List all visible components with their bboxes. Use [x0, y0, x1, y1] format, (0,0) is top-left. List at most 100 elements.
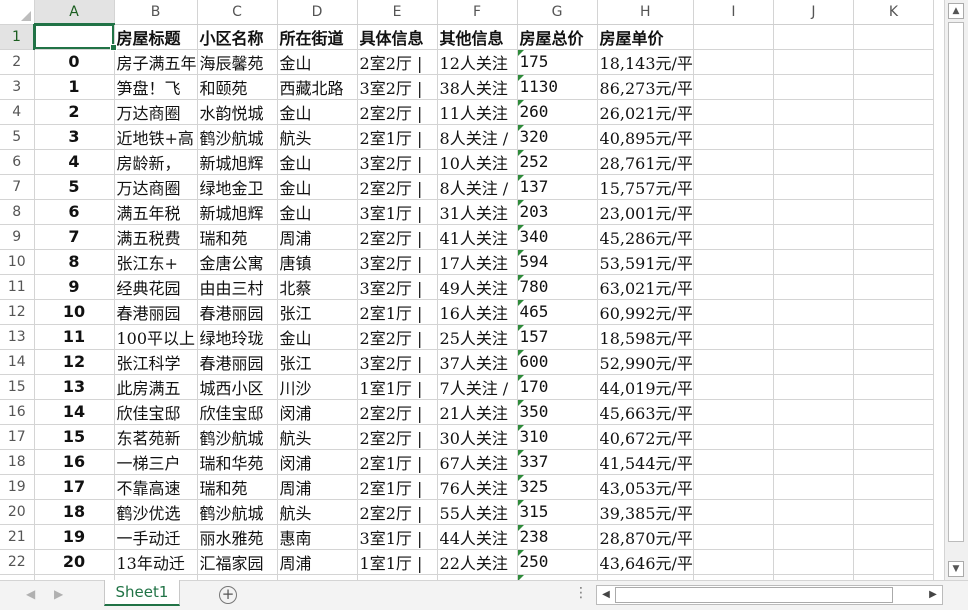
cell-a1[interactable]: [34, 24, 115, 50]
other-cell[interactable]: 44人关注: [437, 524, 518, 550]
community-cell[interactable]: 瑞和苑: [197, 474, 278, 500]
horizontal-scrollbar[interactable]: ◀ ▶: [596, 585, 943, 605]
column-header-e[interactable]: E: [357, 0, 438, 25]
empty-cell[interactable]: [693, 49, 774, 75]
plus-circle-icon[interactable]: +: [219, 586, 237, 604]
total-price-cell[interactable]: 465: [517, 299, 598, 325]
street-cell[interactable]: 闵浦: [277, 399, 358, 425]
empty-cell[interactable]: [853, 199, 934, 225]
row-header[interactable]: 15: [0, 374, 35, 400]
empty-cell[interactable]: [853, 499, 934, 525]
info-cell[interactable]: 2室2厅 |: [357, 224, 438, 250]
title-cell[interactable]: 100平以上: [114, 324, 198, 350]
other-cell[interactable]: 16人关注: [437, 299, 518, 325]
other-cell[interactable]: 76人关注: [437, 474, 518, 500]
empty-cell[interactable]: [773, 124, 854, 150]
empty-cell[interactable]: [853, 24, 934, 50]
total-price-cell[interactable]: 175: [517, 49, 598, 75]
community-cell[interactable]: 鹤沙航城: [197, 499, 278, 525]
empty-cell[interactable]: [693, 299, 774, 325]
empty-cell[interactable]: [693, 74, 774, 100]
community-cell[interactable]: 水韵悦城: [197, 99, 278, 125]
scroll-down-icon[interactable]: ▼: [948, 561, 964, 577]
unit-price-cell[interactable]: 60,992元/平: [597, 299, 694, 325]
title-cell[interactable]: 万达商圈: [114, 174, 198, 200]
other-cell[interactable]: 7人关注 /: [437, 374, 518, 400]
other-cell[interactable]: 8人关注 /: [437, 174, 518, 200]
title-cell[interactable]: 13年动迁: [114, 549, 198, 575]
row-header[interactable]: 9: [0, 224, 35, 250]
empty-cell[interactable]: [853, 49, 934, 75]
total-price-cell[interactable]: 315: [517, 499, 598, 525]
index-cell[interactable]: 15: [34, 424, 115, 450]
other-cell[interactable]: 41人关注: [437, 224, 518, 250]
street-cell[interactable]: 金山: [277, 174, 358, 200]
info-cell[interactable]: 2室2厅 |: [357, 324, 438, 350]
empty-cell[interactable]: [773, 174, 854, 200]
street-cell[interactable]: 西藏北路: [277, 74, 358, 100]
header-cell-unit[interactable]: 房屋单价: [597, 24, 694, 50]
title-cell[interactable]: 此房满五: [114, 374, 198, 400]
empty-cell[interactable]: [853, 224, 934, 250]
index-cell[interactable]: 5: [34, 174, 115, 200]
street-cell[interactable]: 金山: [277, 324, 358, 350]
empty-cell[interactable]: [693, 449, 774, 475]
total-price-cell[interactable]: 250: [517, 549, 598, 575]
index-cell[interactable]: 13: [34, 374, 115, 400]
unit-price-cell[interactable]: 26,021元/平: [597, 99, 694, 125]
title-cell[interactable]: 房子满五年: [114, 49, 198, 75]
header-cell-info[interactable]: 具体信息: [357, 24, 438, 50]
empty-cell[interactable]: [773, 199, 854, 225]
street-cell[interactable]: 周浦: [277, 474, 358, 500]
select-all-corner[interactable]: [0, 0, 35, 25]
community-cell[interactable]: 和颐苑: [197, 74, 278, 100]
total-price-cell[interactable]: 350: [517, 399, 598, 425]
street-cell[interactable]: 唐镇: [277, 249, 358, 275]
empty-cell[interactable]: [693, 174, 774, 200]
other-cell[interactable]: 49人关注: [437, 274, 518, 300]
header-cell-community[interactable]: 小区名称: [197, 24, 278, 50]
total-price-cell[interactable]: 600: [517, 349, 598, 375]
unit-price-cell[interactable]: 23,001元/平: [597, 199, 694, 225]
empty-cell[interactable]: [693, 424, 774, 450]
total-price-cell[interactable]: 310: [517, 424, 598, 450]
header-cell-street[interactable]: 所在街道: [277, 24, 358, 50]
vertical-scroll-thumb[interactable]: [948, 22, 964, 542]
info-cell[interactable]: 3室2厅 |: [357, 249, 438, 275]
empty-cell[interactable]: [693, 524, 774, 550]
column-header-k[interactable]: K: [853, 0, 934, 25]
empty-cell[interactable]: [853, 174, 934, 200]
total-price-cell[interactable]: 260: [517, 99, 598, 125]
community-cell[interactable]: 新城旭辉: [197, 199, 278, 225]
empty-cell[interactable]: [773, 74, 854, 100]
street-cell[interactable]: 航头: [277, 424, 358, 450]
ellipsis-icon[interactable]: ⋮: [574, 585, 588, 601]
column-header-f[interactable]: F: [437, 0, 518, 25]
info-cell[interactable]: 2室2厅 |: [357, 49, 438, 75]
unit-price-cell[interactable]: 63,021元/平: [597, 274, 694, 300]
empty-cell[interactable]: [693, 249, 774, 275]
info-cell[interactable]: 3室1厅 |: [357, 199, 438, 225]
empty-cell[interactable]: [853, 149, 934, 175]
info-cell[interactable]: 2室2厅 |: [357, 99, 438, 125]
empty-cell[interactable]: [693, 499, 774, 525]
empty-cell[interactable]: [773, 224, 854, 250]
title-cell[interactable]: 不靠高速: [114, 474, 198, 500]
empty-cell[interactable]: [693, 349, 774, 375]
title-cell[interactable]: 满五年税: [114, 199, 198, 225]
row-header[interactable]: 11: [0, 274, 35, 300]
index-cell[interactable]: 10: [34, 299, 115, 325]
unit-price-cell[interactable]: 18,598元/平: [597, 324, 694, 350]
total-price-cell[interactable]: 594: [517, 249, 598, 275]
other-cell[interactable]: 10人关注: [437, 149, 518, 175]
total-price-cell[interactable]: 340: [517, 224, 598, 250]
empty-cell[interactable]: [773, 349, 854, 375]
empty-cell[interactable]: [773, 399, 854, 425]
other-cell[interactable]: 17人关注: [437, 249, 518, 275]
index-cell[interactable]: 12: [34, 349, 115, 375]
fill-handle[interactable]: [110, 44, 117, 51]
info-cell[interactable]: 3室2厅 |: [357, 349, 438, 375]
title-cell[interactable]: 张江科学: [114, 349, 198, 375]
empty-cell[interactable]: [773, 549, 854, 575]
other-cell[interactable]: 37人关注: [437, 349, 518, 375]
